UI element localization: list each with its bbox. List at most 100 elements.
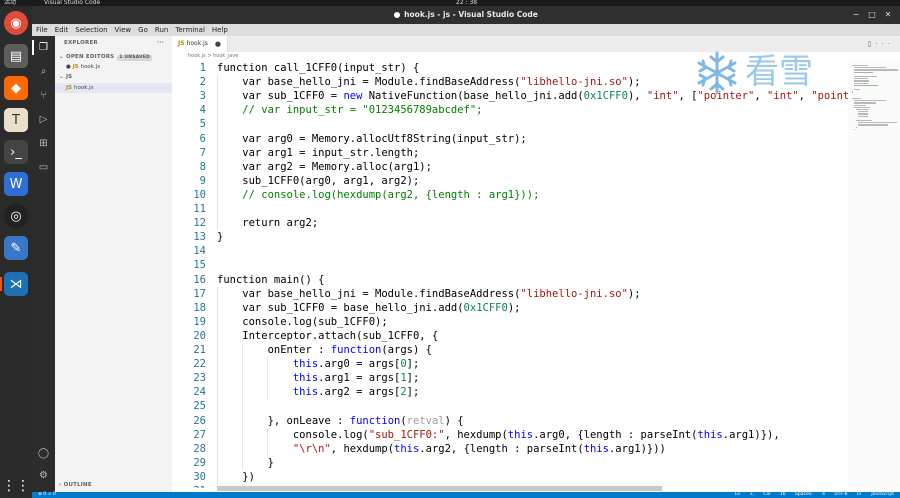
menu-help[interactable]: Help [212, 26, 228, 34]
line-number: 29 [193, 456, 206, 469]
line-number: 19 [193, 315, 206, 328]
code-line[interactable]: this.arg1 = args[1]; [217, 371, 419, 385]
status-right-items[interactable]: Ln 1, Col 16 Spaces: 4 UTF-8 LF JavaScri… [735, 492, 894, 498]
outline-section[interactable]: › OUTLINE [55, 480, 172, 490]
minimap-line [856, 109, 869, 111]
code-token: .arg2 = args[ [318, 386, 401, 399]
vscode-icon[interactable]: ⋊ [4, 272, 28, 296]
menu-file[interactable]: File [36, 26, 48, 34]
code-line[interactable]: var sub_1CFF0 = base_hello_jni.add(0x1CF… [217, 301, 520, 315]
code-line[interactable]: }, onLeave : function(retval) { [217, 414, 464, 428]
notes-icon[interactable]: ✎ [4, 236, 28, 260]
code-token: "sub_1CFF0:" [368, 428, 445, 441]
code-line[interactable]: function call_1CFF0(input_str) { [217, 61, 419, 75]
code-line[interactable]: } [217, 456, 274, 470]
code-line[interactable]: this.arg0 = args[0]; [217, 357, 419, 371]
code-line[interactable]: this.arg2 = args[2]; [217, 385, 419, 399]
line-number: 10 [193, 188, 206, 201]
code-token: function [349, 414, 401, 427]
code-line[interactable]: function main() { [217, 273, 324, 287]
editor-actions: ▯··· [867, 36, 894, 52]
code-line[interactable]: // console.log(hexdump(arg2, {length : a… [217, 188, 539, 202]
code-line[interactable]: return arg2; [217, 216, 318, 230]
explorer-header: EXPLORER ··· [55, 38, 172, 48]
minimap-line [854, 82, 868, 84]
line-number: 17 [193, 287, 206, 300]
source-control-icon[interactable]: ⑂ [36, 88, 51, 103]
code-line[interactable]: }) [217, 470, 255, 484]
run-debug-icon[interactable]: ▷ [36, 112, 51, 127]
code-line[interactable]: var arg0 = Memory.allocUtf8String(input_… [217, 132, 526, 146]
horizontal-scrollbar[interactable] [217, 486, 662, 491]
minimap[interactable] [848, 61, 900, 488]
tab-hook-js[interactable]: JS hook.js ● [172, 36, 228, 52]
code-token: ]; [406, 358, 420, 371]
show-apps-icon[interactable]: ⋮⋮ [2, 474, 30, 498]
minimap-line [854, 104, 866, 106]
file-tree-item[interactable]: JS hook.js [55, 83, 172, 93]
code-line[interactable]: var base_hello_jni = Module.findBaseAddr… [217, 287, 640, 301]
explorer-icon[interactable]: ❐ [36, 40, 51, 55]
code-token: var arg2 = Memory.alloc(arg1); [217, 160, 432, 173]
code-line[interactable]: // var input_str = "0123456789abcdef"; [217, 103, 482, 117]
code-line[interactable]: var base_hello_jni = Module.findBaseAddr… [217, 75, 640, 89]
menu-selection[interactable]: Selection [75, 26, 107, 34]
menu-run[interactable]: Run [155, 26, 168, 34]
folder-label: JS [65, 74, 73, 80]
obs-icon[interactable]: ◎ [4, 204, 28, 228]
folder-section[interactable]: ⌄ JS [55, 72, 172, 82]
activity-bar: ❐ ⌕ ⑂ ▷ ⊞ ▭ ◯ ⚙ [32, 36, 55, 492]
close-icon[interactable]: ✕ [882, 9, 894, 21]
menu-view[interactable]: View [115, 26, 132, 34]
code-line[interactable]: console.log(sub_1CFF0); [217, 315, 388, 329]
account-icon[interactable]: ◯ [36, 446, 51, 461]
extensions-icon[interactable]: ⊞ [36, 136, 51, 151]
code-token: this [583, 442, 609, 455]
code-token: function main() { [217, 273, 325, 286]
minimize-icon[interactable]: − [850, 9, 862, 21]
files-icon[interactable]: ▤ [4, 44, 28, 68]
code-line[interactable]: var arg2 = Memory.alloc(arg1); [217, 160, 432, 174]
code-token: } [217, 231, 224, 244]
app-icon[interactable]: ◆ [4, 76, 28, 100]
code-line[interactable]: "\r\n", hexdump(this.arg2, {length : par… [217, 442, 666, 456]
menu-terminal[interactable]: Terminal [175, 26, 205, 34]
code-token: "int" [646, 90, 679, 103]
problems-indicator[interactable]: ⊗ 0 ⚠ 0 [38, 492, 56, 498]
code-token: function [330, 344, 382, 356]
menu-go[interactable]: Go [138, 26, 148, 34]
code-editor[interactable]: 1 2 3 4 5 6 7 8 9 10 11 12 13 14 15 16 17 18 19 20 21 22 23 24 2… [172, 61, 848, 488]
outline-label: OUTLINE [63, 482, 92, 488]
chrome-icon[interactable]: ◉ [4, 11, 28, 35]
code-token: return arg2; [217, 217, 319, 230]
code-token: Interceptor.attach(sub_1CFF0, { [217, 329, 439, 342]
unsaved-badge: 1 UNSAVED [117, 55, 152, 61]
settings-gear-icon[interactable]: ⚙ [36, 468, 51, 483]
code-line[interactable]: console.log("sub_1CFF0:", hexdump(this.a… [217, 428, 780, 442]
maximize-icon[interactable]: □ [866, 9, 878, 21]
tab-modified-indicator[interactable]: ● [215, 36, 221, 52]
code-line[interactable]: var arg1 = input_str.length; [217, 146, 419, 160]
code-token: sub_1CFF0(arg0, arg1, arg2); [217, 174, 420, 187]
terminal-icon[interactable]: ›_ [4, 140, 28, 164]
search-icon[interactable]: ⌕ [36, 64, 51, 79]
line-number: 6 [199, 132, 206, 145]
code-token: }, onLeave : [217, 414, 350, 427]
code-line[interactable]: sub_1CFF0(arg0, arg1, arg2); [217, 174, 419, 188]
code-line[interactable]: } [217, 230, 223, 244]
code-line[interactable]: Interceptor.attach(sub_1CFF0, { [217, 329, 438, 343]
open-editors-section[interactable]: ⌄ OPEN EDITORS 1 UNSAVED [55, 52, 172, 62]
code-token: .arg1)}), [722, 428, 780, 441]
more-actions-icon[interactable]: ··· [875, 40, 894, 48]
code-token: function call_1CFF0(input_str) { [217, 62, 420, 74]
wps-icon[interactable]: W [4, 172, 28, 196]
menu-edit[interactable]: Edit [55, 26, 69, 34]
minimap-line [856, 126, 857, 128]
text-editor-icon[interactable]: T [4, 108, 28, 132]
code-line[interactable]: onEnter : function(args) { [217, 343, 432, 357]
code-token: console.log(sub_1CFF0); [217, 315, 388, 328]
more-actions-icon[interactable]: ··· [157, 38, 164, 48]
open-editor-item[interactable]: ● JS hook.js [55, 62, 172, 72]
remote-icon[interactable]: ▭ [36, 160, 51, 175]
